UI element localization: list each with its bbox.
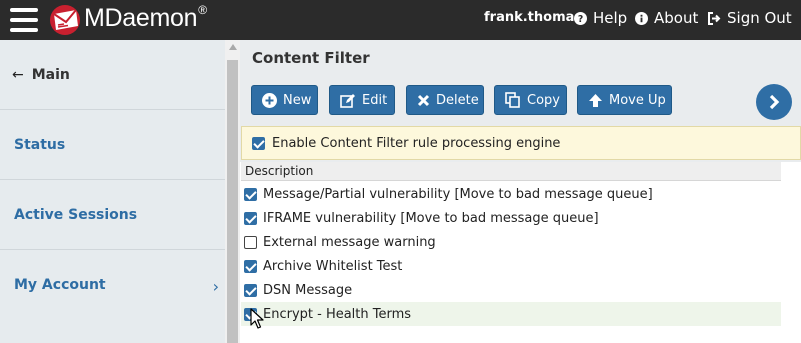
sidebar-main-back[interactable]: ← Main: [0, 40, 225, 110]
rules-table: Description Message/Partial vulnerabilit…: [241, 162, 781, 343]
question-circle-icon: ?: [574, 11, 587, 25]
about-label: About: [654, 9, 699, 27]
row-checkbox[interactable]: [244, 187, 257, 201]
row-checkbox[interactable]: [244, 211, 257, 225]
enable-engine-label[interactable]: Enable Content Filter rule processing en…: [272, 136, 560, 151]
sign-out-link[interactable]: Sign Out: [707, 8, 792, 28]
brand-logo[interactable]: MDaemon®: [84, 2, 207, 33]
table-row[interactable]: Message/Partial vulnerability [Move to b…: [241, 182, 781, 206]
row-checkbox[interactable]: [244, 283, 257, 297]
plus-circle-icon: [262, 92, 277, 108]
x-icon: [417, 94, 430, 107]
chevron-circle-right-icon: [769, 94, 780, 110]
table-row[interactable]: IFRAME vulnerability [Move to bad messag…: [241, 206, 781, 230]
rule-label: DSN Message: [263, 282, 353, 298]
about-link[interactable]: About: [635, 8, 698, 28]
info-circle-icon: [635, 11, 648, 25]
envelope-logo-icon: [50, 5, 80, 35]
delete-button-label: Delete: [436, 92, 479, 108]
rule-label: Archive Whitelist Test: [263, 258, 403, 274]
copy-button-label: Copy: [527, 92, 560, 108]
scroll-up-arrow-icon[interactable]: [229, 44, 237, 50]
help-label: Help: [593, 9, 628, 27]
arrow-left-icon: ←: [12, 66, 24, 83]
username[interactable]: frank.thomas: [484, 10, 582, 25]
table-row[interactable]: Archive Whitelist Test: [241, 254, 781, 278]
enable-engine-checkbox[interactable]: [252, 136, 265, 150]
new-button[interactable]: New: [251, 85, 318, 115]
hamburger-icon[interactable]: [10, 8, 38, 32]
table-row[interactable]: Encrypt - Health Terms: [241, 302, 781, 326]
brand-registered-mark: ®: [198, 2, 207, 17]
sidebar-item-label: My Account: [14, 277, 106, 293]
arrow-up-icon: [588, 93, 603, 108]
enable-engine-bar: Enable Content Filter rule processing en…: [241, 126, 801, 160]
sidebar-main-label: Main: [31, 66, 70, 83]
move-up-button-label: Move Up: [609, 92, 666, 108]
page-title: Content Filter: [252, 49, 370, 67]
rule-label: IFRAME vulnerability [Move to bad messag…: [263, 210, 599, 226]
sidebar-item-active-sessions[interactable]: Active Sessions: [0, 180, 225, 250]
help-link[interactable]: ? Help: [574, 8, 627, 28]
copy-icon: [505, 92, 521, 108]
sign-out-icon: [708, 11, 721, 25]
scrollbar-thumb[interactable]: [227, 60, 238, 343]
column-header-description[interactable]: Description: [241, 162, 781, 181]
top-bar: MDaemon® frank.thomas ? Help About Sign …: [0, 0, 801, 40]
row-checkbox[interactable]: [244, 259, 257, 273]
rule-label: Encrypt - Health Terms: [263, 306, 412, 322]
main-content: Content Filter New Edit Delete Copy Move…: [240, 40, 801, 343]
sidebar-item-label: Status: [14, 136, 66, 153]
edit-button-label: Edit: [362, 92, 388, 108]
delete-button[interactable]: Delete: [406, 85, 484, 115]
move-up-button[interactable]: Move Up: [577, 85, 672, 115]
sidebar-item-status[interactable]: Status: [0, 110, 225, 180]
copy-button[interactable]: Copy: [494, 85, 567, 115]
sidebar-item-my-account[interactable]: My Account ›: [0, 250, 225, 320]
sidebar-item-label: Active Sessions: [14, 206, 138, 223]
chevron-right-icon: ›: [212, 277, 219, 296]
mouse-cursor-icon: [250, 308, 264, 329]
table-row[interactable]: DSN Message: [241, 278, 781, 302]
rule-label: Message/Partial vulnerability [Move to b…: [263, 186, 653, 202]
sidebar: ← Main Status Active Sessions My Account…: [0, 40, 225, 343]
sign-out-label: Sign Out: [727, 9, 792, 27]
edit-icon: [340, 93, 356, 108]
edit-button[interactable]: Edit: [329, 85, 395, 115]
rule-label: External message warning: [263, 234, 436, 250]
row-checkbox[interactable]: [244, 235, 257, 249]
next-page-button[interactable]: [756, 84, 792, 120]
svg-text:?: ?: [578, 14, 583, 25]
brand-name: MDaemon: [84, 4, 198, 32]
content-header: Content Filter New Edit Delete Copy Move…: [240, 40, 801, 162]
new-button-label: New: [283, 92, 312, 108]
table-row[interactable]: External message warning: [241, 230, 781, 254]
